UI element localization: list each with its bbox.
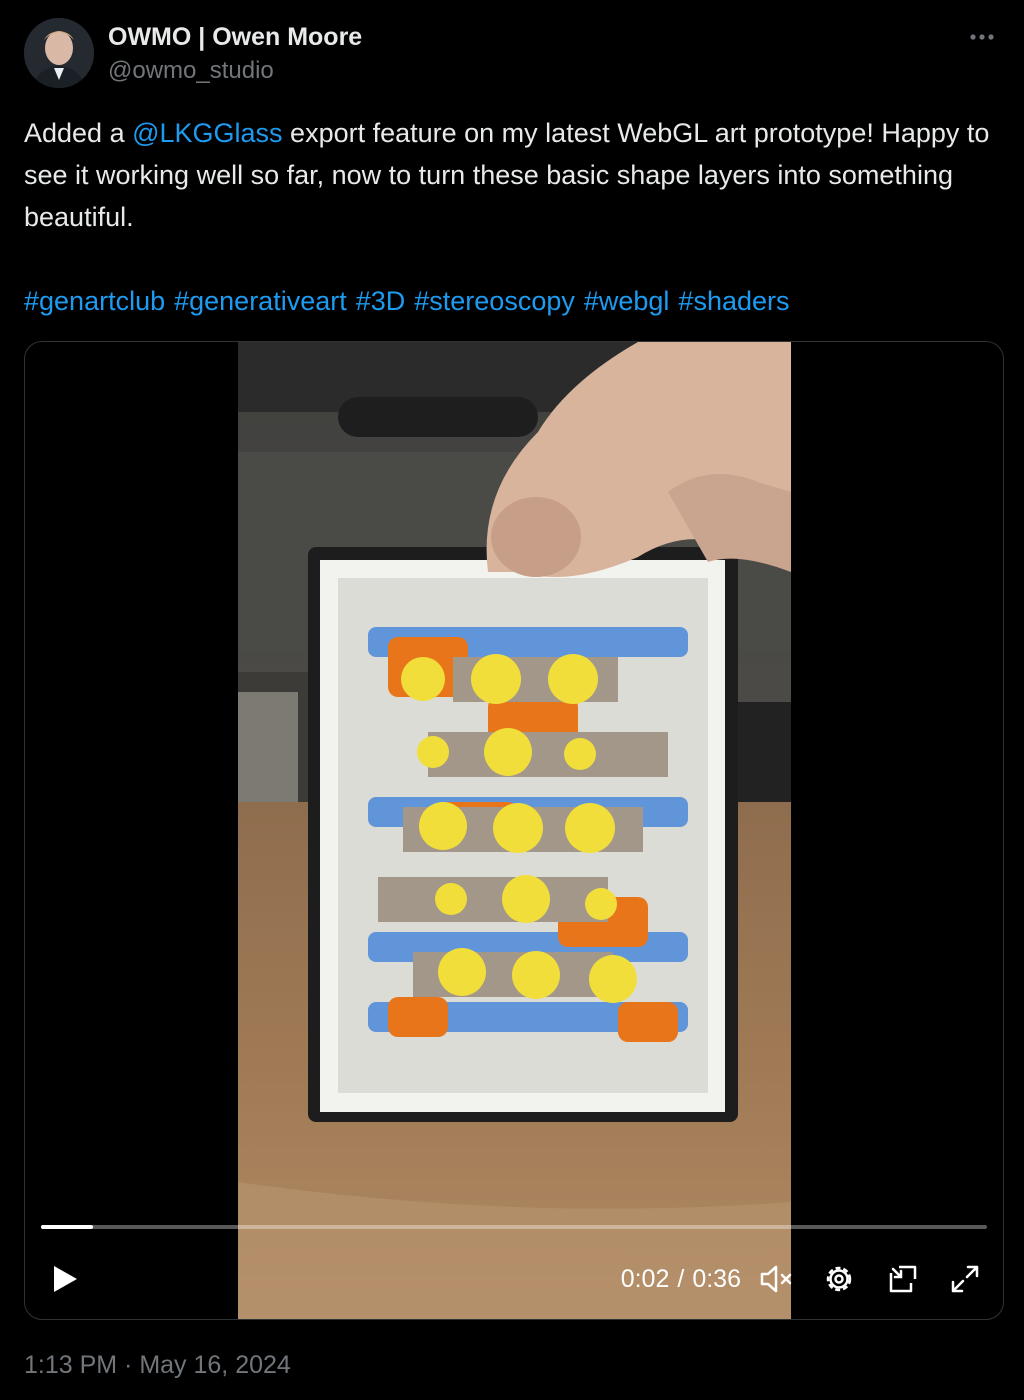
picture-in-picture-button[interactable] bbox=[883, 1256, 923, 1302]
video-current-time: 0:02 bbox=[620, 1264, 670, 1293]
video-controls: 0:02 / 0:36 bbox=[25, 1256, 1003, 1302]
author-handle[interactable]: @owmo_studio bbox=[108, 54, 362, 88]
play-icon bbox=[54, 1266, 77, 1292]
video-frame[interactable] bbox=[238, 342, 791, 1319]
mention-link[interactable]: @LKGGlass bbox=[132, 118, 282, 148]
hashtag-link[interactable]: #generativeart bbox=[174, 286, 347, 316]
tweet: OWMO | Owen Moore @owmo_studio Added a @… bbox=[0, 0, 1024, 1400]
hashtag-link[interactable]: #genartclub bbox=[24, 286, 165, 316]
tweet-body: Added a @LKGGlass export feature on my l… bbox=[24, 112, 1004, 322]
hashtag-link[interactable]: #3D bbox=[356, 286, 406, 316]
author-display-name[interactable]: OWMO | Owen Moore bbox=[108, 20, 362, 54]
author-info: OWMO | Owen Moore @owmo_studio bbox=[108, 20, 362, 88]
video-progress-bar[interactable] bbox=[41, 1225, 987, 1229]
video-time: 0:02 / 0:36 bbox=[621, 1256, 741, 1302]
video-player[interactable]: 0:02 / 0:36 bbox=[24, 341, 1004, 1320]
settings-icon bbox=[826, 1266, 852, 1292]
tweet-text-start: Added a bbox=[24, 118, 133, 148]
settings-button[interactable] bbox=[819, 1256, 859, 1302]
play-button[interactable] bbox=[47, 1256, 83, 1302]
avatar[interactable] bbox=[24, 18, 94, 88]
video-progress-fill bbox=[41, 1225, 94, 1229]
hashtags: #genartclub #generativeart #3D #stereoscopy… bbox=[24, 280, 1004, 322]
video-duration: 0:36 bbox=[692, 1264, 741, 1293]
hashtag-link[interactable]: #shaders bbox=[678, 286, 789, 316]
more-icon bbox=[970, 34, 994, 40]
picture-in-picture-icon bbox=[889, 1265, 917, 1293]
tweet-text-paragraph: Added a @LKGGlass export feature on my l… bbox=[24, 112, 1004, 238]
fullscreen-button[interactable] bbox=[945, 1256, 985, 1302]
volume-muted-icon bbox=[760, 1265, 792, 1293]
hashtag-link[interactable]: #webgl bbox=[584, 286, 670, 316]
more-options-button[interactable] bbox=[964, 22, 1000, 52]
mute-button[interactable] bbox=[757, 1256, 797, 1302]
video-time-separator: / bbox=[677, 1264, 685, 1293]
fullscreen-icon bbox=[951, 1265, 979, 1293]
tweet-header: OWMO | Owen Moore @owmo_studio bbox=[24, 18, 1000, 90]
tweet-timestamp[interactable]: 1:13 PM · May 16, 2024 bbox=[24, 1346, 291, 1384]
hashtag-link[interactable]: #stereoscopy bbox=[414, 286, 575, 316]
